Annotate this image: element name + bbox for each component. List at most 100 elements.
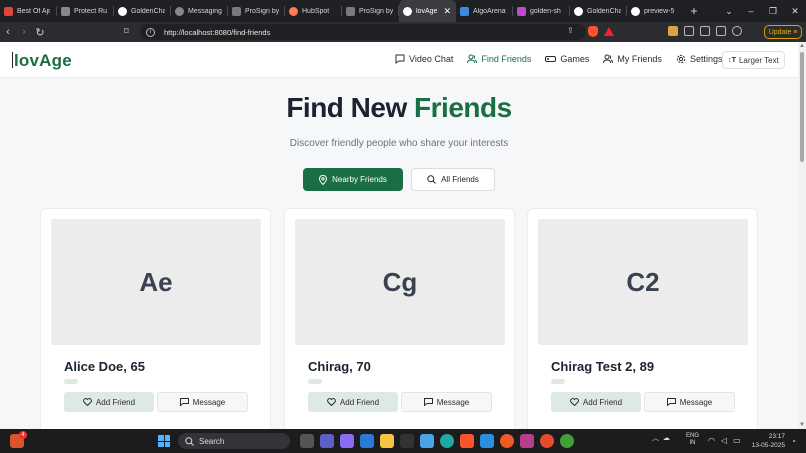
tab-favicon bbox=[61, 6, 70, 16]
git-icon[interactable] bbox=[540, 434, 554, 448]
larger-text-button[interactable]: ↕T Larger Text bbox=[722, 51, 785, 69]
scroll-down-icon[interactable]: ▼ bbox=[799, 422, 805, 428]
puzzle-icon[interactable] bbox=[684, 26, 694, 36]
extensions-area bbox=[668, 26, 742, 36]
cloud-icon[interactable]: ☁ bbox=[663, 434, 670, 442]
interest-tag bbox=[64, 379, 78, 384]
mongodb-icon[interactable] bbox=[560, 434, 574, 448]
browser-tab[interactable]: ProSign by bbox=[228, 0, 285, 22]
avatar-initials: Cg bbox=[382, 266, 418, 297]
close-window-icon[interactable]: ✕ bbox=[784, 6, 806, 17]
heart-icon bbox=[83, 398, 92, 406]
wallet-icon[interactable] bbox=[716, 26, 726, 36]
browser-tab[interactable]: AlgoArena bbox=[456, 0, 513, 22]
taskbar-search[interactable]: Search bbox=[178, 433, 290, 449]
forward-icon[interactable]: › bbox=[16, 26, 32, 38]
add-friend-button[interactable]: Add Friend bbox=[551, 392, 641, 412]
address-bar[interactable]: i http://localhost:8080/find-friends bbox=[140, 24, 586, 40]
maximize-icon[interactable]: ❐ bbox=[762, 6, 784, 17]
brave-icon[interactable] bbox=[460, 434, 474, 448]
slack-icon[interactable] bbox=[520, 434, 534, 448]
add-friend-button[interactable]: Add Friend bbox=[64, 392, 154, 412]
brave-rewards-icon[interactable] bbox=[604, 27, 614, 36]
scrollbar-thumb[interactable] bbox=[800, 52, 804, 162]
message-button[interactable]: Message bbox=[644, 392, 735, 412]
task-view-icon[interactable] bbox=[300, 434, 314, 448]
back-icon[interactable]: ‹ bbox=[0, 26, 16, 38]
postman-icon[interactable] bbox=[500, 434, 514, 448]
browser-tab-active[interactable]: lovAge ✕ bbox=[399, 0, 456, 22]
friend-card: Cg Chirag, 70 Add Friend Message bbox=[284, 208, 515, 429]
photos-icon[interactable] bbox=[420, 434, 434, 448]
brave-shields-icon[interactable] bbox=[588, 26, 598, 37]
bookmark-icon[interactable]: ⌑ bbox=[124, 26, 129, 37]
nav-label: Find Friends bbox=[481, 54, 532, 64]
minimize-icon[interactable]: – bbox=[740, 6, 762, 16]
nav-games[interactable]: Games bbox=[545, 54, 589, 64]
page-scrollbar[interactable]: ▲ ▼ bbox=[798, 42, 806, 429]
message-button[interactable]: Message bbox=[401, 392, 492, 412]
terminal-icon[interactable] bbox=[400, 434, 414, 448]
browser-tab[interactable]: ProSign by bbox=[342, 0, 399, 22]
sidebar-icon[interactable] bbox=[700, 26, 710, 36]
site-info-icon[interactable]: i bbox=[146, 27, 155, 37]
extension-icon[interactable] bbox=[668, 26, 678, 36]
close-tab-icon[interactable]: ✕ bbox=[443, 6, 451, 17]
users-icon bbox=[603, 54, 614, 64]
users-icon bbox=[467, 54, 478, 64]
web-page: lovAge Video Chat Find Friends Games My … bbox=[0, 42, 798, 429]
all-friends-button[interactable]: All Friends bbox=[411, 168, 495, 191]
nav-label: Settings bbox=[689, 54, 723, 64]
edge-icon[interactable] bbox=[440, 434, 454, 448]
nearby-friends-button[interactable]: Nearby Friends bbox=[303, 168, 403, 191]
chevron-up-icon[interactable]: ︿ bbox=[652, 433, 659, 443]
notifications-icon[interactable]: ◔ bbox=[791, 437, 796, 446]
update-label: Update bbox=[768, 28, 792, 36]
browser-tab[interactable]: preview-5 bbox=[627, 0, 684, 22]
browser-tab[interactable]: HubSpot bbox=[285, 0, 342, 22]
quick-settings[interactable]: ◠ ◁ ▭ bbox=[708, 436, 741, 445]
vscode-icon[interactable] bbox=[480, 434, 494, 448]
new-tab-button[interactable]: + bbox=[684, 4, 704, 18]
browser-tab[interactable]: GoldenCha bbox=[570, 0, 627, 22]
start-menu-icon[interactable] bbox=[158, 435, 170, 447]
reload-icon[interactable]: ↻ bbox=[32, 26, 48, 39]
url-text[interactable]: http://localhost:8080/find-friends bbox=[164, 28, 270, 37]
language-indicator[interactable]: ENG IN bbox=[686, 433, 699, 447]
weather-widget-icon[interactable]: 4 bbox=[10, 431, 27, 448]
update-button[interactable]: Update ≡ bbox=[764, 25, 802, 39]
nav-my-friends[interactable]: My Friends bbox=[603, 54, 662, 64]
notification-badge: 4 bbox=[19, 431, 27, 439]
nav-video-chat[interactable]: Video Chat bbox=[395, 54, 453, 64]
vpn-icon[interactable] bbox=[732, 26, 742, 36]
store-icon[interactable] bbox=[360, 434, 374, 448]
teams-icon[interactable] bbox=[320, 434, 334, 448]
add-friend-button[interactable]: Add Friend bbox=[308, 392, 398, 412]
nav-find-friends[interactable]: Find Friends bbox=[467, 54, 531, 64]
file-explorer-icon[interactable] bbox=[380, 434, 394, 448]
scroll-up-icon[interactable]: ▲ bbox=[799, 43, 805, 49]
browser-tab[interactable]: Best Of Ajr bbox=[0, 0, 57, 22]
browser-toolbar: ‹ › ↻ ⌑ i http://localhost:8080/find-fri… bbox=[0, 22, 806, 42]
nav-label: My Friends bbox=[617, 54, 662, 64]
message-icon bbox=[423, 398, 433, 406]
nav-settings[interactable]: Settings bbox=[676, 54, 723, 64]
share-icon[interactable]: ⇪ bbox=[567, 26, 574, 35]
heart-icon bbox=[118, 6, 127, 16]
message-button[interactable]: Message bbox=[157, 392, 248, 412]
browser-tab[interactable]: GoldenCha bbox=[114, 0, 171, 22]
tab-title: lovAge bbox=[416, 7, 438, 15]
friend-name: Chirag, 70 bbox=[308, 359, 371, 374]
browser-tab[interactable]: Protect Ru bbox=[57, 0, 114, 22]
gear-icon bbox=[676, 54, 686, 64]
tab-favicon bbox=[517, 6, 526, 16]
app-navbar: lovAge Video Chat Find Friends Games My … bbox=[0, 42, 798, 78]
browser-tab[interactable]: Messaging bbox=[171, 0, 228, 22]
heart-icon bbox=[327, 398, 336, 406]
copilot-icon[interactable] bbox=[340, 434, 354, 448]
browser-tab[interactable]: golden-sh bbox=[513, 0, 570, 22]
tab-search-icon[interactable]: ⌄ bbox=[718, 6, 740, 17]
taskbar-clock[interactable]: 23:17 13-05-2025 bbox=[751, 432, 785, 450]
app-logo[interactable]: lovAge bbox=[12, 51, 72, 71]
system-tray[interactable]: ︿ ☁ bbox=[652, 433, 670, 443]
